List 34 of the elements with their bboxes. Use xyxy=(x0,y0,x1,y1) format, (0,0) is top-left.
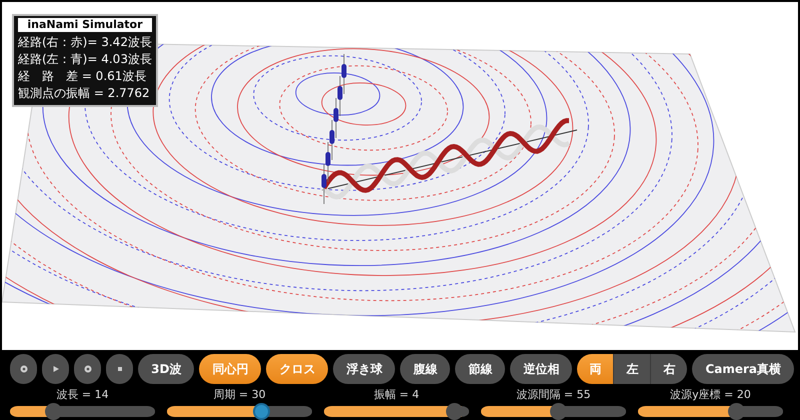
readout-text: 経 路 差 = 0.61波長 xyxy=(18,68,148,85)
toggle-button[interactable]: 節線 xyxy=(455,354,506,384)
side-segment[interactable]: 右 xyxy=(650,354,688,384)
slider[interactable] xyxy=(324,403,469,420)
toggle-button[interactable]: 3D波 xyxy=(138,354,194,384)
slider-label: 振幅 = 4 xyxy=(374,388,420,402)
slider-label: 波長 = 14 xyxy=(56,388,109,402)
readout-text: 観測点の振幅 = 2.7762 xyxy=(18,85,151,102)
dot-icon xyxy=(84,365,92,373)
toggle-button[interactable]: 逆位相 xyxy=(510,354,572,384)
readout-text: 経路(左：青)= 4.03波長 xyxy=(18,51,152,68)
toggle-button[interactable]: 腹線 xyxy=(400,354,450,384)
slider-thumb[interactable] xyxy=(446,403,463,420)
slider[interactable] xyxy=(638,403,783,420)
slider[interactable] xyxy=(167,403,312,420)
slider[interactable] xyxy=(10,403,155,420)
play-icon xyxy=(52,365,60,373)
playback-button[interactable] xyxy=(74,354,102,384)
slider-label: 周期 = 30 xyxy=(213,388,266,402)
slider-thumb[interactable] xyxy=(252,403,270,420)
slider-thumb[interactable] xyxy=(550,403,568,420)
readout-text: 経路(右：赤)= 3.42波長 xyxy=(18,34,152,51)
slider[interactable] xyxy=(481,403,626,420)
panel-title: inaNami Simulator xyxy=(18,18,152,32)
slider-thumb[interactable] xyxy=(44,403,62,420)
slider-label: 波源y座標 = 20 xyxy=(670,388,751,402)
camera-button[interactable]: Camera真横 xyxy=(692,354,794,384)
playback-button[interactable] xyxy=(42,354,70,384)
slider-thumb[interactable] xyxy=(728,403,745,420)
dot-icon xyxy=(20,365,28,373)
side-segment[interactable]: 左 xyxy=(613,354,650,384)
toggle-button[interactable]: 浮き球 xyxy=(333,354,396,384)
playback-button[interactable] xyxy=(10,354,38,384)
slider-label: 波源間隔 = 55 xyxy=(516,388,591,402)
